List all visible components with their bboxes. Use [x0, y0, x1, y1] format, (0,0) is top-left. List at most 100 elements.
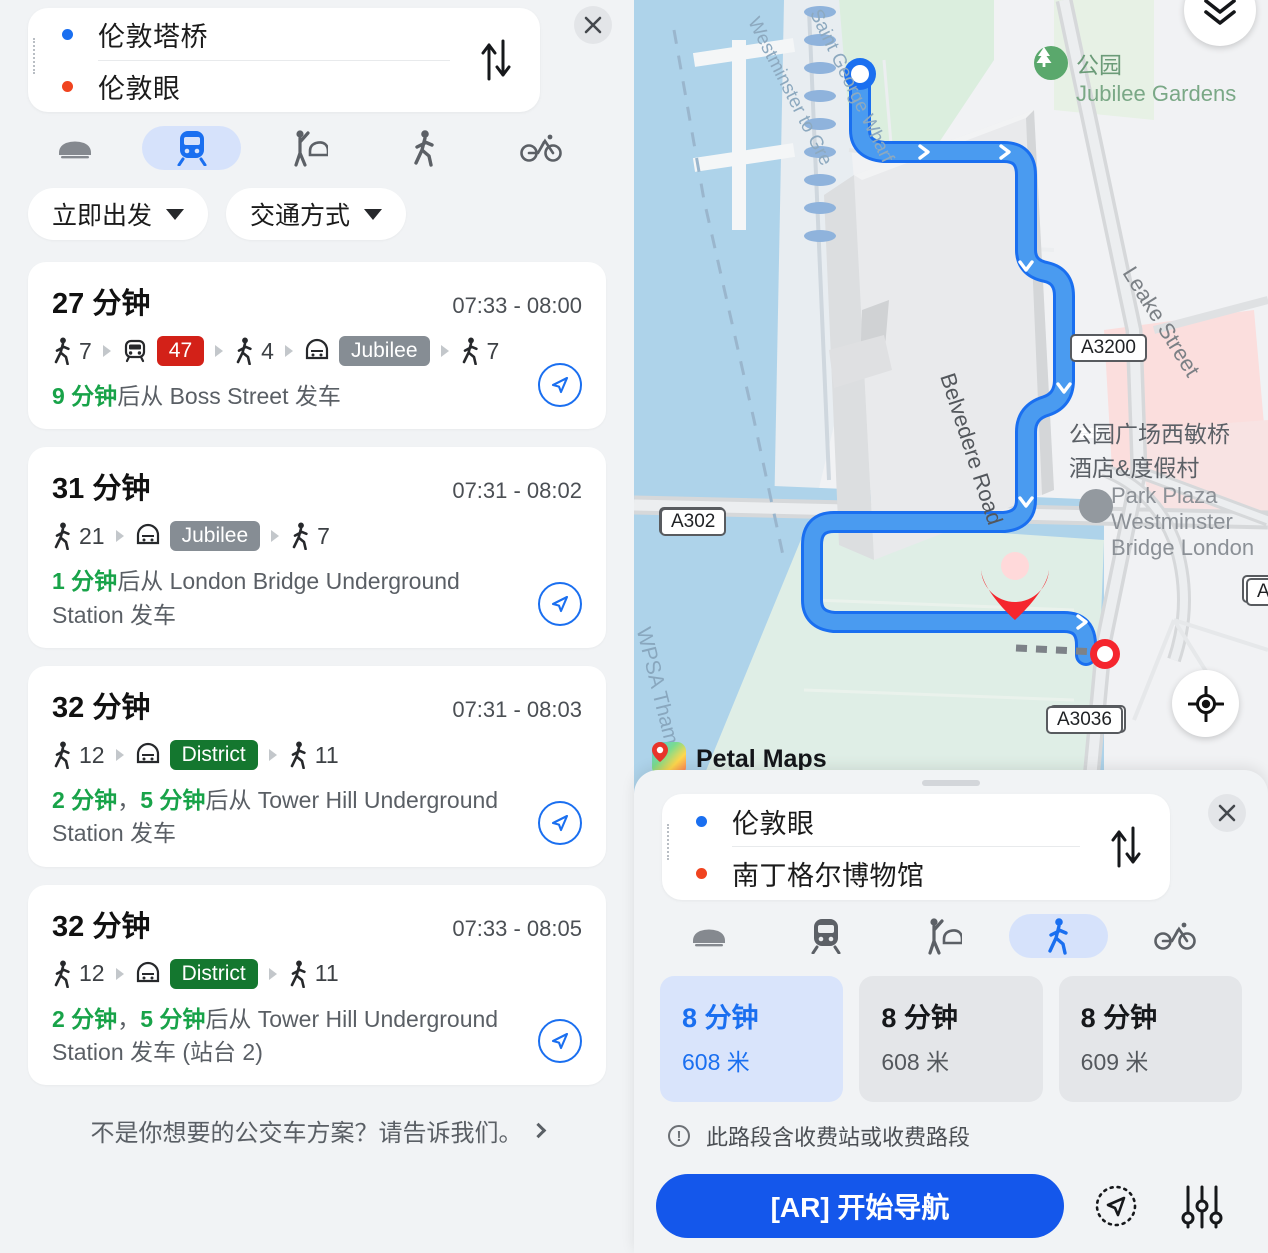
navigate-arrow-icon — [551, 377, 569, 394]
leg-walk-minutes: 11 — [314, 960, 339, 987]
walk-route-sheet: 伦敦眼 南丁格尔博物馆 8 分钟 608 米 8 分钟 608 米 8 分钟 6… — [634, 770, 1268, 1253]
road-shield-a302-overlay: A302 — [660, 508, 727, 536]
route-header: 32 分钟 07:33 - 08:05 — [52, 903, 582, 945]
sheet-mode-tab-cycle[interactable] — [1126, 914, 1224, 958]
app-root: 伦敦塔桥 伦敦眼 立即出发 交通方式 27 分钟 07:33 - 08:00 7… — [0, 0, 1268, 1253]
leg-separator-icon — [271, 530, 280, 543]
route-duration: 31 分钟 — [52, 473, 151, 506]
route-option-card[interactable]: 8 分钟 609 米 — [1058, 976, 1242, 1102]
sheet-origin-row[interactable]: 伦敦眼 — [696, 795, 1170, 847]
sheet-mode-tab-drive[interactable] — [660, 914, 758, 958]
close-icon[interactable] — [574, 6, 612, 44]
sheet-origin-destination-block: 伦敦眼 南丁格尔博物馆 — [634, 786, 1268, 900]
navigate-arrow-icon — [551, 1033, 569, 1050]
route-feedback-text: 不是你想要的公交车方案？请告诉我们。 — [90, 1120, 523, 1148]
transport-mode-tabs — [0, 112, 634, 170]
transport-type-label: 交通方式 — [250, 202, 351, 230]
leg-separator-icon — [268, 967, 277, 980]
start-navigation-button[interactable]: [AR] 开始导航 — [656, 1174, 1064, 1238]
route-leg: 11 — [288, 960, 339, 988]
origin-destination-block: 伦敦塔桥 伦敦眼 — [0, 0, 634, 112]
route-option-card[interactable]: 8 分钟 608 米 — [660, 976, 844, 1102]
route-navigate-button[interactable] — [538, 800, 582, 845]
subway-leg-icon — [136, 742, 159, 764]
leg-walk-minutes: 12 — [79, 741, 105, 768]
route-departure-note: 2 分钟，5 分钟后从 Tower Hill Underground Stati… — [52, 1003, 582, 1070]
depart-time-filter[interactable]: 立即出发 — [28, 188, 209, 240]
route-leg: 7 — [460, 337, 499, 365]
route-card[interactable]: 32 分钟 07:33 - 08:05 12 District 11 2 分钟，5 分钟后… — [28, 884, 606, 1086]
bus-leg-icon — [124, 339, 145, 363]
leg-line-badge: District — [169, 740, 258, 771]
toll-notice: ! 此路段含收费站或收费路段 — [634, 1102, 1268, 1152]
route-leg: 7 — [290, 522, 330, 551]
poi-park-plaza-hotel[interactable]: 公园广场西敏桥 酒店&度假村 Park Plaza Westminster Br… — [1069, 421, 1268, 560]
leg-walk-minutes: 4 — [261, 337, 274, 364]
route-navigate-button[interactable] — [538, 582, 582, 627]
route-card[interactable]: 32 分钟 07:31 - 08:03 12 District 11 2 分钟，5 分钟后… — [28, 666, 606, 867]
route-card[interactable]: 27 分钟 07:33 - 08:00 7 47 4 Jubilee 7 9 分钟后从 Bos… — [28, 262, 606, 430]
map-locate-button[interactable] — [1172, 670, 1239, 737]
sheet-od-connector-dots — [667, 824, 669, 860]
poi-hotel-label-en-3: Bridge London — [1111, 535, 1255, 560]
route-option-distance: 608 米 — [881, 1049, 950, 1075]
mode-tab-drive[interactable] — [26, 126, 124, 170]
route-note-separator: ， — [117, 1005, 141, 1032]
route-departure-note: 2 分钟，5 分钟后从 Tower Hill Underground Stati… — [52, 784, 582, 851]
leg-line-badge: 47 — [156, 336, 205, 366]
transport-type-filter[interactable]: 交通方式 — [226, 188, 407, 240]
sheet-origin-dot-icon — [696, 815, 707, 827]
map-canvas[interactable]: Saint George Wharf Westminster to Gre 公园… — [634, 0, 1268, 800]
route-note-rest: 后从 Boss Street 发车 — [117, 383, 341, 409]
route-depart-minutes: 1 分钟 — [52, 568, 118, 595]
route-results-list: 27 分钟 07:33 - 08:00 7 47 4 Jubilee 7 9 分钟后从 Bos… — [0, 240, 634, 1086]
walk-leg-icon — [290, 960, 306, 988]
leg-line-badge: District — [169, 958, 258, 989]
route-leg: 12 — [52, 741, 105, 770]
route-header: 27 分钟 07:33 - 08:00 — [52, 280, 582, 322]
sliders-icon — [1181, 1185, 1223, 1229]
walk-leg-icon — [236, 337, 252, 365]
compass-arrow-button[interactable] — [1082, 1174, 1150, 1238]
walk-leg-icon — [54, 337, 70, 365]
route-card[interactable]: 31 分钟 07:31 - 08:02 21 Jubilee 7 1 分钟后从 Londo… — [28, 447, 606, 649]
mode-tab-cycle[interactable] — [492, 126, 590, 170]
route-option-card[interactable]: 8 分钟 608 米 — [859, 976, 1043, 1102]
sheet-mode-tab-taxi[interactable] — [893, 914, 991, 958]
origin-row[interactable]: 伦敦塔桥 — [62, 8, 540, 60]
route-settings-button[interactable] — [1168, 1174, 1236, 1238]
mode-tab-taxi[interactable] — [259, 126, 357, 170]
route-note-separator: ， — [117, 787, 141, 814]
poi-jubilee-gardens-label-cn: 公园 — [1076, 52, 1122, 78]
compass-arrow-icon — [1095, 1185, 1137, 1227]
route-legs: 21 Jubilee 7 — [52, 521, 582, 552]
sheet-close-icon[interactable] — [1208, 794, 1246, 832]
leg-separator-icon — [284, 345, 293, 357]
mode-tab-walk[interactable] — [375, 126, 473, 170]
road-shield-a3036-overlay: A3036 — [1046, 706, 1123, 734]
depart-time-label: 立即出发 — [52, 202, 153, 230]
sheet-destination-text: 南丁格尔博物馆 — [732, 860, 925, 891]
sheet-swap-vertical-icon[interactable] — [1104, 823, 1148, 871]
route-feedback-link[interactable]: 不是你想要的公交车方案？请告诉我们。 — [0, 1103, 634, 1158]
destination-row[interactable]: 伦敦眼 — [62, 60, 540, 112]
subway-leg-icon — [305, 338, 329, 360]
poi-hotel-label-en-1: Park Plaza — [1111, 483, 1218, 508]
filter-chips: 立即出发 交通方式 — [0, 170, 634, 240]
sheet-origin-destination-card[interactable]: 伦敦眼 南丁格尔博物馆 — [662, 794, 1170, 900]
origin-destination-card[interactable]: 伦敦塔桥 伦敦眼 — [28, 8, 540, 112]
sheet-mode-tab-transit[interactable] — [776, 914, 874, 958]
poi-hotel-label-en-2: Westminster — [1111, 509, 1233, 534]
swap-vertical-icon[interactable] — [474, 36, 518, 84]
route-leg: 11 — [288, 741, 339, 770]
sheet-mode-tab-walk[interactable] — [1009, 914, 1108, 958]
poi-jubilee-gardens[interactable]: 公园 Jubilee Gardens — [1034, 46, 1236, 107]
route-depart-minutes: 9 分钟 — [52, 383, 118, 409]
leg-separator-icon — [440, 345, 449, 357]
mode-tab-transit[interactable] — [142, 126, 241, 170]
route-time-range: 07:31 - 08:03 — [452, 697, 582, 723]
walk-leg-icon — [54, 522, 70, 551]
poi-hotel-label-cn-2: 酒店&度假村 — [1069, 455, 1200, 481]
sheet-destination-row[interactable]: 南丁格尔博物馆 — [696, 847, 1170, 899]
od-connector-dots — [33, 38, 35, 74]
